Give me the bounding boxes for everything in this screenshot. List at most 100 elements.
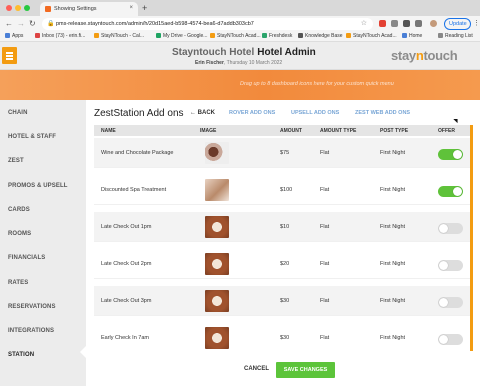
page-title: ZestStation Add ons	[94, 108, 184, 119]
offer-toggle[interactable]	[438, 297, 463, 308]
column-header-amount-type: AMOUNT TYPE	[320, 128, 357, 134]
bookmark-star-icon[interactable]: ☆	[361, 19, 367, 27]
sidebar-item-rooms[interactable]: ROOMS	[8, 231, 31, 237]
extension-icon[interactable]	[391, 20, 398, 27]
close-tab-icon[interactable]: ×	[129, 5, 133, 11]
bookmark-my-drive[interactable]: My Drive - Google...	[156, 33, 207, 39]
bookmark-stayntouch-acad[interactable]: StayNTouch Acad...	[210, 33, 261, 39]
column-header-amount: AMOUNT	[280, 128, 302, 134]
favicon-icon	[45, 6, 51, 12]
reload-icon[interactable]: ↻	[29, 19, 36, 28]
sidebar-item-integrations[interactable]: INTEGRATIONS	[8, 328, 54, 334]
addon-amount: $100	[280, 187, 293, 193]
addon-amount-type: Flat	[320, 187, 330, 193]
sidebar-item-cards[interactable]: CARDS	[8, 207, 30, 213]
table-row[interactable]: Early Check In 7am $30 Flat First Night	[94, 323, 470, 352]
sidebar-item-chain[interactable]: CHAIN	[8, 110, 28, 116]
lock-icon: 🔒	[47, 21, 55, 27]
addon-amount-type: Flat	[320, 298, 330, 304]
sidebar-item-promos-upsell[interactable]: PROMOS & UPSELL	[8, 183, 68, 189]
addon-post-type: First Night	[380, 150, 406, 156]
addon-image	[205, 179, 229, 201]
offer-toggle[interactable]	[438, 260, 463, 271]
hotel-title: Stayntouch Hotel Hotel Admin	[172, 47, 316, 58]
cancel-button[interactable]: CANCEL	[244, 366, 269, 372]
sidebar-item-hotel-staff[interactable]: HOTEL & STAFF	[8, 134, 56, 140]
forward-arrow-icon[interactable]: →	[17, 19, 25, 28]
current-date: Thursday 10 March 2022	[226, 60, 283, 66]
addon-amount-type: Flat	[320, 335, 330, 341]
profile-avatar[interactable]	[430, 20, 437, 27]
url-text: pms-release.stayntouch.com/admin/h/20d15…	[56, 21, 254, 27]
offer-toggle[interactable]	[438, 223, 463, 234]
table-row[interactable]: Late Check Out 3pm $30 Flat First Night	[94, 286, 470, 316]
addon-amount-type: Flat	[320, 224, 330, 230]
offer-toggle[interactable]	[438, 334, 463, 345]
table-row[interactable]: Wine and Chocolate Package $75 Flat Firs…	[94, 138, 470, 168]
addon-post-type: First Night	[380, 298, 406, 304]
sidebar-item-reservations[interactable]: RESERVATIONS	[8, 304, 56, 310]
addon-post-type: First Night	[380, 335, 406, 341]
sidebar-item-rates[interactable]: RATES	[8, 280, 28, 286]
bookmarks-bar: Apps Inbox (73) - erin.fi... StayNTouch …	[0, 32, 480, 42]
column-header-post-type: POST TYPE	[380, 128, 409, 134]
minimize-window-button[interactable]	[15, 5, 21, 11]
upsell-add-ons-link[interactable]: UPSELL ADD ONS	[291, 110, 339, 116]
addons-table-body: Wine and Chocolate Package $75 Flat Firs…	[94, 138, 470, 352]
bookmark-inbox[interactable]: Inbox (73) - erin.fi...	[35, 33, 85, 39]
addon-image	[205, 327, 229, 349]
bookmark-knowledge-base[interactable]: Knowledge Base	[298, 33, 343, 39]
extension-puzzle-icon[interactable]	[415, 20, 422, 27]
sidebar-item-station[interactable]: STATION	[8, 352, 34, 358]
dropzone-hint: Drag up to 8 dashboard icons here for yo…	[240, 81, 394, 87]
addon-amount: $20	[280, 261, 290, 267]
addon-image	[205, 216, 229, 238]
addon-post-type: First Night	[380, 187, 406, 193]
back-button[interactable]: ← BACK	[190, 110, 215, 116]
sidebar-item-financials[interactable]: FINANCIALS	[8, 255, 45, 261]
rover-add-ons-link[interactable]: ROVER ADD ONS	[229, 110, 275, 116]
user-name: Erin Fischer	[195, 60, 224, 66]
hamburger-menu-button[interactable]	[2, 47, 17, 64]
offer-toggle[interactable]	[438, 149, 463, 160]
hotel-name: Stayntouch Hotel	[172, 47, 255, 58]
browser-tab[interactable]: Showing Settings ×	[40, 2, 138, 16]
new-tab-button[interactable]: +	[142, 3, 147, 13]
column-header-offer: OFFER	[438, 128, 455, 134]
address-bar[interactable]: 🔒 pms-release.stayntouch.com/admin/h/20d…	[42, 18, 373, 30]
bookmark-home[interactable]: Home	[402, 33, 422, 39]
addon-name: Late Check Out 1pm	[101, 224, 152, 230]
extension-icon[interactable]	[379, 20, 386, 27]
extension-icon[interactable]	[403, 20, 410, 27]
zest-web-add-ons-link[interactable]: ZEST WEB ADD ONS	[355, 110, 410, 116]
addon-amount: $30	[280, 298, 290, 304]
addon-post-type: First Night	[380, 224, 406, 230]
bookmark-stayntouch-cal[interactable]: StayNTouch - Cal...	[94, 33, 144, 39]
back-arrow-icon[interactable]: ←	[5, 19, 13, 28]
addon-image	[205, 290, 229, 312]
save-changes-button[interactable]: SAVE CHANGES	[276, 362, 335, 378]
close-window-button[interactable]	[6, 5, 12, 11]
table-row[interactable]: Late Check Out 1pm $10 Flat First Night	[94, 212, 470, 242]
quick-menu-dropzone[interactable]: Drag up to 8 dashboard icons here for yo…	[0, 70, 480, 100]
table-row[interactable]: Discounted Spa Treatment $100 Flat First…	[94, 175, 470, 205]
offer-toggle[interactable]	[438, 186, 463, 197]
addon-name: Wine and Chocolate Package	[101, 150, 174, 156]
bookmark-freshdesk[interactable]: Freshdesk	[262, 33, 292, 39]
bookmark-stayntouch-acad-2[interactable]: StayNTouch Acad...	[346, 33, 397, 39]
bookmark-apps[interactable]: Apps	[5, 33, 23, 39]
addon-image	[205, 142, 229, 164]
app-header: Stayntouch Hotel Hotel Admin Erin Fischer…	[0, 42, 480, 70]
browser-menu-icon[interactable]: ⋮	[473, 19, 480, 27]
addon-amount: $30	[280, 335, 290, 341]
back-arrow-icon: ←	[190, 110, 196, 116]
reading-list[interactable]: Reading List	[438, 33, 473, 39]
table-row[interactable]: Late Check Out 2pm $20 Flat First Night	[94, 249, 470, 279]
maximize-window-button[interactable]	[24, 5, 30, 11]
update-button[interactable]: Update	[444, 18, 471, 30]
column-header-name: NAME	[101, 128, 116, 134]
table-scrollbar[interactable]	[470, 125, 473, 351]
sidebar-item-zest[interactable]: ZEST	[8, 158, 24, 164]
addon-post-type: First Night	[380, 261, 406, 267]
brand-logo: stayntouch	[391, 48, 458, 63]
